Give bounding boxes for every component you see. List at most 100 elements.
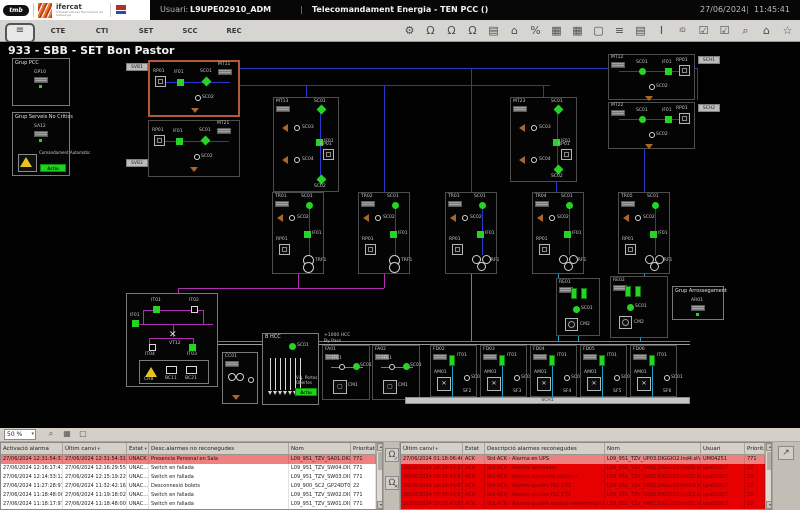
element-box[interactable] [513, 106, 527, 112]
bay-TR05[interactable]: TR05SC01SC02IF01RP01TRF1 [618, 192, 670, 274]
bay-FD02[interactable]: FD02IT01SC01AM01✕SF2 [430, 345, 477, 397]
feeder-closed-indicator[interactable] [449, 355, 455, 366]
switch-open-indicator[interactable] [389, 364, 395, 370]
bay-MT23[interactable]: MT23SC01SC03IF01RP01SC04SC02 [510, 97, 577, 182]
alarm-row[interactable]: 27/06/2024 11:18:48:00827/06/2024 11:19:… [1, 491, 376, 500]
column-header[interactable]: Estat ▾ [127, 443, 149, 455]
switch-closed-indicator[interactable] [132, 320, 139, 327]
bay-FD04[interactable]: FD04IT01SC01AM01✕SF4 [530, 345, 577, 397]
bus-tag[interactable]: SCH2 [698, 104, 720, 112]
column-header[interactable]: Prioritat [351, 443, 376, 455]
element-box[interactable] [583, 354, 597, 360]
element-box[interactable] [34, 131, 48, 137]
logbook-icon[interactable]: ▤ [483, 22, 504, 40]
meter-icon[interactable]: ✕ [487, 377, 501, 391]
switch-open-indicator[interactable] [375, 215, 381, 221]
alarm-row[interactable]: 27/06/2024 11:18:17:97727/06/2024 11:18:… [1, 500, 376, 509]
column-header[interactable]: Activació alarma [1, 443, 63, 455]
meter-icon[interactable]: ✕ [537, 377, 551, 391]
rectifier-closed-indicator[interactable] [581, 288, 587, 299]
disconnector-closed-indicator[interactable] [554, 105, 564, 115]
bus-tag[interactable]: SVB2 [126, 159, 148, 167]
element-box[interactable] [611, 110, 625, 116]
bay-MT21[interactable]: MT21RP01IF01SC01SC02 [148, 120, 240, 177]
select-edit-icon[interactable]: ☑ [714, 22, 735, 40]
favorites-star-icon[interactable]: ☆ [777, 22, 798, 40]
device-icon[interactable] [452, 244, 463, 255]
bay-MT22[interactable]: MT22SC01IF01RP01SC02 [608, 102, 695, 149]
column-header[interactable]: Nom [605, 443, 701, 455]
breaker-closed-indicator[interactable] [566, 202, 573, 209]
element-box[interactable] [34, 77, 48, 83]
breaker-closed-indicator[interactable] [627, 304, 634, 311]
switch-open-indicator[interactable] [649, 132, 655, 138]
switch-open-indicator[interactable] [339, 364, 345, 370]
element-box[interactable] [483, 354, 497, 360]
trend-icon[interactable]: % [525, 22, 546, 40]
ct-network-box[interactable]: IT01IT02IF01IT04IT03✕VT12CH8BC11BC21 [126, 293, 218, 387]
device-indicator[interactable] [166, 366, 177, 374]
feeder-closed-indicator[interactable] [649, 355, 655, 366]
breaker-closed-indicator[interactable] [403, 363, 410, 370]
column-header[interactable]: Estat [463, 443, 485, 455]
menu-item-set[interactable]: SET [124, 20, 168, 42]
search-alarm-icon[interactable]: ⌕ [44, 428, 58, 440]
events-icon[interactable]: ⌂ [504, 22, 525, 40]
active-button[interactable]: Actiu [40, 164, 66, 172]
column-header[interactable]: Últim canvi ▾ [401, 443, 463, 455]
breaker-closed-indicator[interactable] [652, 202, 659, 209]
device-icon[interactable] [539, 244, 550, 255]
element-box[interactable] [217, 128, 231, 134]
alarm-row[interactable]: 27/06/2024 11:27:28:97627/06/2024 11:32:… [1, 482, 376, 491]
table-scrollbar[interactable]: ▴▾ [765, 443, 772, 510]
breaker-closed-indicator[interactable] [176, 138, 183, 145]
rectifier-closed-indicator[interactable] [635, 286, 641, 297]
bus-tag[interactable]: SCH1 [698, 56, 720, 64]
column-header[interactable]: Prioritat [745, 443, 765, 455]
switch-open-indicator[interactable] [248, 377, 254, 383]
alarm-row[interactable]: 27/06/2024 12:16:17:41027/06/2024 12:16:… [1, 464, 376, 473]
device-icon[interactable] [679, 65, 690, 76]
bay-TR01[interactable]: TR01SC01SC02IF01RP01TRF1 [272, 192, 324, 274]
dc-feeder-box[interactable]: B HCCSC01Vig. PortesObertesActiu [262, 333, 319, 405]
monitor-icon[interactable]: ▢ [588, 22, 609, 40]
meter-icon[interactable]: ✕ [437, 377, 451, 391]
feeder-closed-indicator[interactable] [599, 355, 605, 366]
element-box[interactable] [361, 201, 375, 207]
breaker-closed-indicator[interactable] [573, 306, 580, 313]
element-box[interactable] [691, 305, 705, 311]
bus-tag[interactable]: SVB1 [126, 63, 148, 71]
bay-FA02[interactable]: FA02IT01SC01▢CM1 [372, 345, 420, 400]
rectifier-closed-indicator[interactable] [625, 286, 631, 297]
grid-view-icon[interactable]: ▦ [60, 428, 74, 440]
switch-open-indicator[interactable] [635, 215, 641, 221]
disconnector-closed-indicator[interactable] [650, 231, 657, 238]
switch-open-indicator[interactable] [462, 215, 468, 221]
rectifier-closed-indicator[interactable] [571, 288, 577, 299]
element-box[interactable] [535, 201, 549, 207]
device-icon[interactable] [323, 149, 334, 160]
switch-open-indicator[interactable] [149, 344, 156, 351]
chart-report-icon[interactable]: ▦ [546, 22, 567, 40]
disconnector-closed-indicator[interactable] [317, 175, 327, 185]
device-icon[interactable] [625, 244, 636, 255]
column-header[interactable]: Usuari [701, 443, 745, 455]
device-icon[interactable] [279, 244, 290, 255]
alarm-bell-add-icon[interactable]: Ω [462, 22, 483, 40]
breaker-closed-indicator[interactable] [353, 363, 360, 370]
select-check-icon[interactable]: ☑ [693, 22, 714, 40]
device-icon[interactable] [679, 113, 690, 124]
report-icon[interactable]: ▤ [630, 22, 651, 40]
alarm-bell-icon[interactable]: Ω [420, 22, 441, 40]
switch-open-indicator[interactable] [549, 215, 555, 221]
switch-open-indicator[interactable] [531, 157, 537, 163]
converter-box[interactable]: CC01 [222, 352, 258, 404]
alarm-row[interactable]: 27/06/2024 12:14:33:12127/06/2024 12:15:… [1, 473, 376, 482]
sort-filter-icon[interactable]: ▾ [96, 447, 100, 452]
switch-open-indicator[interactable] [195, 95, 201, 101]
alarm-row[interactable]: 26/06/2024 18:18:43:876ACKStd ACK - Alar… [401, 482, 765, 491]
export-alarms-button[interactable]: ↗ [778, 446, 794, 460]
breaker-closed-indicator[interactable] [289, 343, 296, 350]
feeder-closed-indicator[interactable] [549, 355, 555, 366]
list-icon[interactable]: ≡ [609, 22, 630, 40]
